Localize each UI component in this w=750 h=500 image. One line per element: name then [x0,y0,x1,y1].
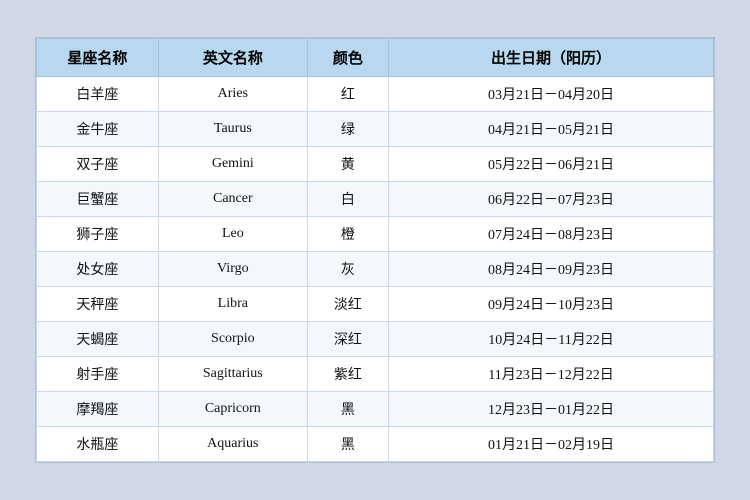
cell-zh-name: 金牛座 [37,112,159,147]
cell-en-name: Capricorn [158,392,307,427]
table-row: 摩羯座Capricorn黑12月23日－01月22日 [37,392,714,427]
cell-birthdate: 10月24日－11月22日 [389,322,714,357]
table-row: 天秤座Libra淡红09月24日－10月23日 [37,287,714,322]
cell-birthdate: 07月24日－08月23日 [389,217,714,252]
cell-birthdate: 05月22日－06月21日 [389,147,714,182]
cell-en-name: Gemini [158,147,307,182]
cell-zh-name: 天秤座 [37,287,159,322]
cell-zh-name: 摩羯座 [37,392,159,427]
table-row: 双子座Gemini黄05月22日－06月21日 [37,147,714,182]
table-row: 白羊座Aries红03月21日－04月20日 [37,77,714,112]
cell-color: 绿 [307,112,388,147]
zodiac-table: 星座名称 英文名称 颜色 出生日期（阳历） 白羊座Aries红03月21日－04… [36,38,714,462]
table-row: 巨蟹座Cancer白06月22日－07月23日 [37,182,714,217]
cell-en-name: Aquarius [158,427,307,462]
cell-birthdate: 08月24日－09月23日 [389,252,714,287]
table-row: 天蝎座Scorpio深红10月24日－11月22日 [37,322,714,357]
cell-birthdate: 09月24日－10月23日 [389,287,714,322]
cell-color: 橙 [307,217,388,252]
cell-zh-name: 狮子座 [37,217,159,252]
cell-zh-name: 巨蟹座 [37,182,159,217]
cell-zh-name: 射手座 [37,357,159,392]
cell-en-name: Scorpio [158,322,307,357]
zodiac-table-wrapper: 星座名称 英文名称 颜色 出生日期（阳历） 白羊座Aries红03月21日－04… [35,37,715,463]
header-zh-name: 星座名称 [37,39,159,77]
cell-color: 白 [307,182,388,217]
cell-color: 深红 [307,322,388,357]
cell-en-name: Libra [158,287,307,322]
table-header-row: 星座名称 英文名称 颜色 出生日期（阳历） [37,39,714,77]
cell-zh-name: 处女座 [37,252,159,287]
header-birthdate: 出生日期（阳历） [389,39,714,77]
cell-en-name: Cancer [158,182,307,217]
cell-en-name: Sagittarius [158,357,307,392]
cell-en-name: Virgo [158,252,307,287]
cell-birthdate: 11月23日－12月22日 [389,357,714,392]
cell-birthdate: 03月21日－04月20日 [389,77,714,112]
table-row: 狮子座Leo橙07月24日－08月23日 [37,217,714,252]
table-row: 射手座Sagittarius紫红11月23日－12月22日 [37,357,714,392]
cell-birthdate: 04月21日－05月21日 [389,112,714,147]
cell-en-name: Aries [158,77,307,112]
cell-color: 黑 [307,392,388,427]
cell-birthdate: 01月21日－02月19日 [389,427,714,462]
cell-zh-name: 白羊座 [37,77,159,112]
cell-birthdate: 12月23日－01月22日 [389,392,714,427]
cell-color: 红 [307,77,388,112]
cell-en-name: Leo [158,217,307,252]
table-row: 金牛座Taurus绿04月21日－05月21日 [37,112,714,147]
cell-birthdate: 06月22日－07月23日 [389,182,714,217]
cell-color: 黄 [307,147,388,182]
cell-en-name: Taurus [158,112,307,147]
cell-color: 紫红 [307,357,388,392]
cell-color: 灰 [307,252,388,287]
cell-color: 黑 [307,427,388,462]
header-color: 颜色 [307,39,388,77]
table-row: 处女座Virgo灰08月24日－09月23日 [37,252,714,287]
header-en-name: 英文名称 [158,39,307,77]
cell-zh-name: 水瓶座 [37,427,159,462]
cell-zh-name: 双子座 [37,147,159,182]
cell-color: 淡红 [307,287,388,322]
cell-zh-name: 天蝎座 [37,322,159,357]
table-row: 水瓶座Aquarius黑01月21日－02月19日 [37,427,714,462]
